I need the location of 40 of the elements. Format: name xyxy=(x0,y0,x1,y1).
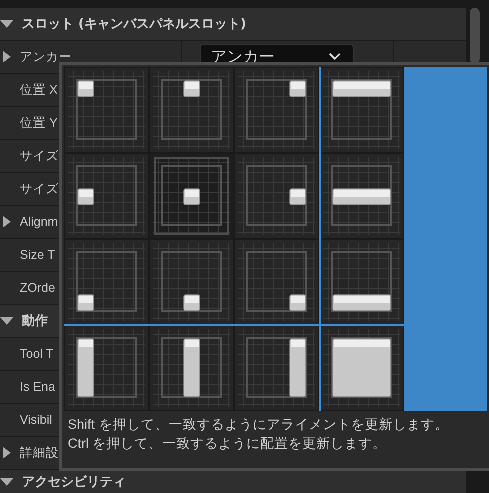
property-label: Tool T xyxy=(20,347,54,361)
chevron-down-icon xyxy=(329,53,341,61)
property-label: 詳細設 xyxy=(20,444,59,462)
anchor-preset-button[interactable] xyxy=(64,153,149,239)
scrollbar-thumb[interactable] xyxy=(470,8,480,64)
anchor-preset-button[interactable] xyxy=(64,239,149,325)
anchor-preset-button[interactable] xyxy=(234,239,319,325)
property-label: サイズ xyxy=(20,180,59,198)
property-label: 位置 Y xyxy=(20,114,58,132)
property-label: Visibil xyxy=(20,413,52,427)
property-label: アンカー xyxy=(20,48,72,66)
section-title: スロット (キャンバスパネルスロット) xyxy=(22,16,246,33)
anchor-preset-button[interactable] xyxy=(64,67,149,153)
expander-arrow-icon[interactable] xyxy=(3,51,11,63)
hint-text: Ctrl を押して、一致するように配置を更新します。 xyxy=(68,435,388,453)
hint-text: Shift を押して、一致するようにアライメントを更新します。 xyxy=(68,416,450,434)
property-label: Alignm xyxy=(20,215,58,229)
anchor-preset-button[interactable] xyxy=(234,153,319,239)
anchor-preset-button[interactable] xyxy=(149,325,234,411)
anchor-preset-button[interactable] xyxy=(149,67,234,153)
anchor-preset-button[interactable] xyxy=(319,153,404,239)
property-label: Size T xyxy=(20,248,56,262)
anchor-preset-button[interactable] xyxy=(234,325,319,411)
expander-arrow-icon[interactable] xyxy=(0,478,14,486)
section-title: アクセシビリティ xyxy=(22,474,126,490)
anchor-preset-button[interactable] xyxy=(64,325,149,411)
anchor-preset-button[interactable] xyxy=(319,325,404,411)
anchor-preset-button[interactable] xyxy=(319,239,404,325)
section-title: 動作 xyxy=(22,313,48,330)
property-label: ZOrde xyxy=(20,281,56,295)
property-label: 位置 X xyxy=(20,82,58,98)
expander-arrow-icon[interactable] xyxy=(3,216,11,228)
property-label: Is Ena xyxy=(20,380,56,394)
property-label: サイズ xyxy=(20,148,59,164)
anchor-preset-button[interactable] xyxy=(234,67,319,153)
anchor-preset-button[interactable] xyxy=(149,239,234,325)
anchor-preset-button[interactable] xyxy=(319,67,404,153)
expander-arrow-icon[interactable] xyxy=(3,447,11,459)
expander-arrow-icon[interactable] xyxy=(0,20,14,28)
expander-arrow-icon[interactable] xyxy=(0,317,14,325)
